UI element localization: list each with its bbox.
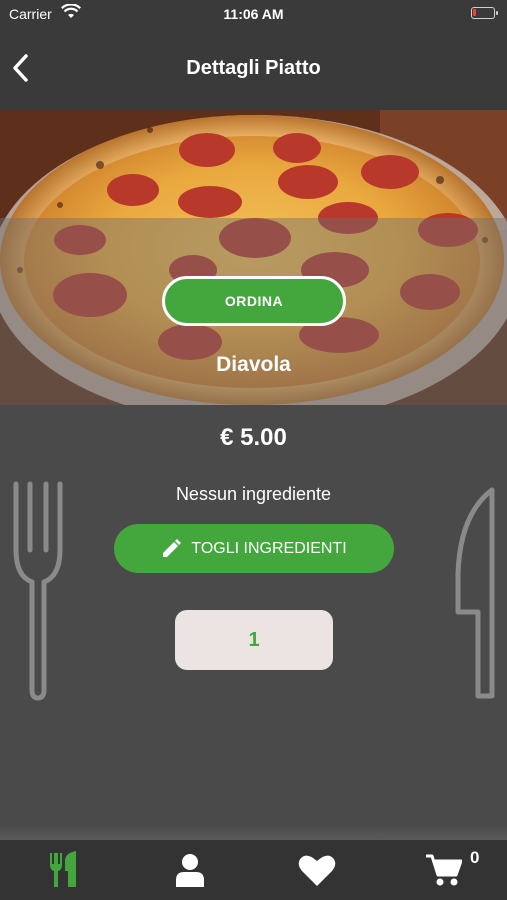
cutlery-icon	[50, 851, 76, 887]
dish-price: € 5.00	[220, 424, 287, 451]
remove-ingredients-button[interactable]: TOGLI INGREDIENTI	[114, 524, 394, 573]
knife-icon	[455, 487, 495, 699]
quantity-selector[interactable]: 1	[175, 610, 333, 670]
status-time: 11:06 AM	[223, 6, 284, 22]
user-icon	[176, 854, 204, 887]
dish-name: Diavola	[216, 353, 291, 376]
tab-favorites[interactable]	[277, 840, 357, 900]
cart-count-badge: 0	[470, 848, 480, 867]
pencil-icon	[163, 538, 182, 557]
page-title: Dettagli Piatto	[186, 57, 321, 79]
tab-menu[interactable]	[24, 840, 104, 900]
tab-profile[interactable]	[150, 840, 230, 900]
fork-icon	[13, 481, 63, 701]
battery-icon	[471, 7, 498, 19]
ingredients-text: Nessun ingrediente	[175, 484, 332, 504]
cart-icon	[426, 854, 462, 886]
order-button[interactable]: ORDINA	[162, 276, 346, 326]
heart-icon	[298, 855, 336, 886]
tab-bar	[0, 840, 507, 900]
navigation-bar: Dettagli Piatto	[0, 28, 507, 110]
dish-image-header: ORDINA Diavola	[0, 110, 507, 405]
status-bar: Carrier 11:06 AM	[0, 0, 507, 28]
remove-ingredients-label: TOGLI INGREDIENTI	[191, 539, 347, 557]
